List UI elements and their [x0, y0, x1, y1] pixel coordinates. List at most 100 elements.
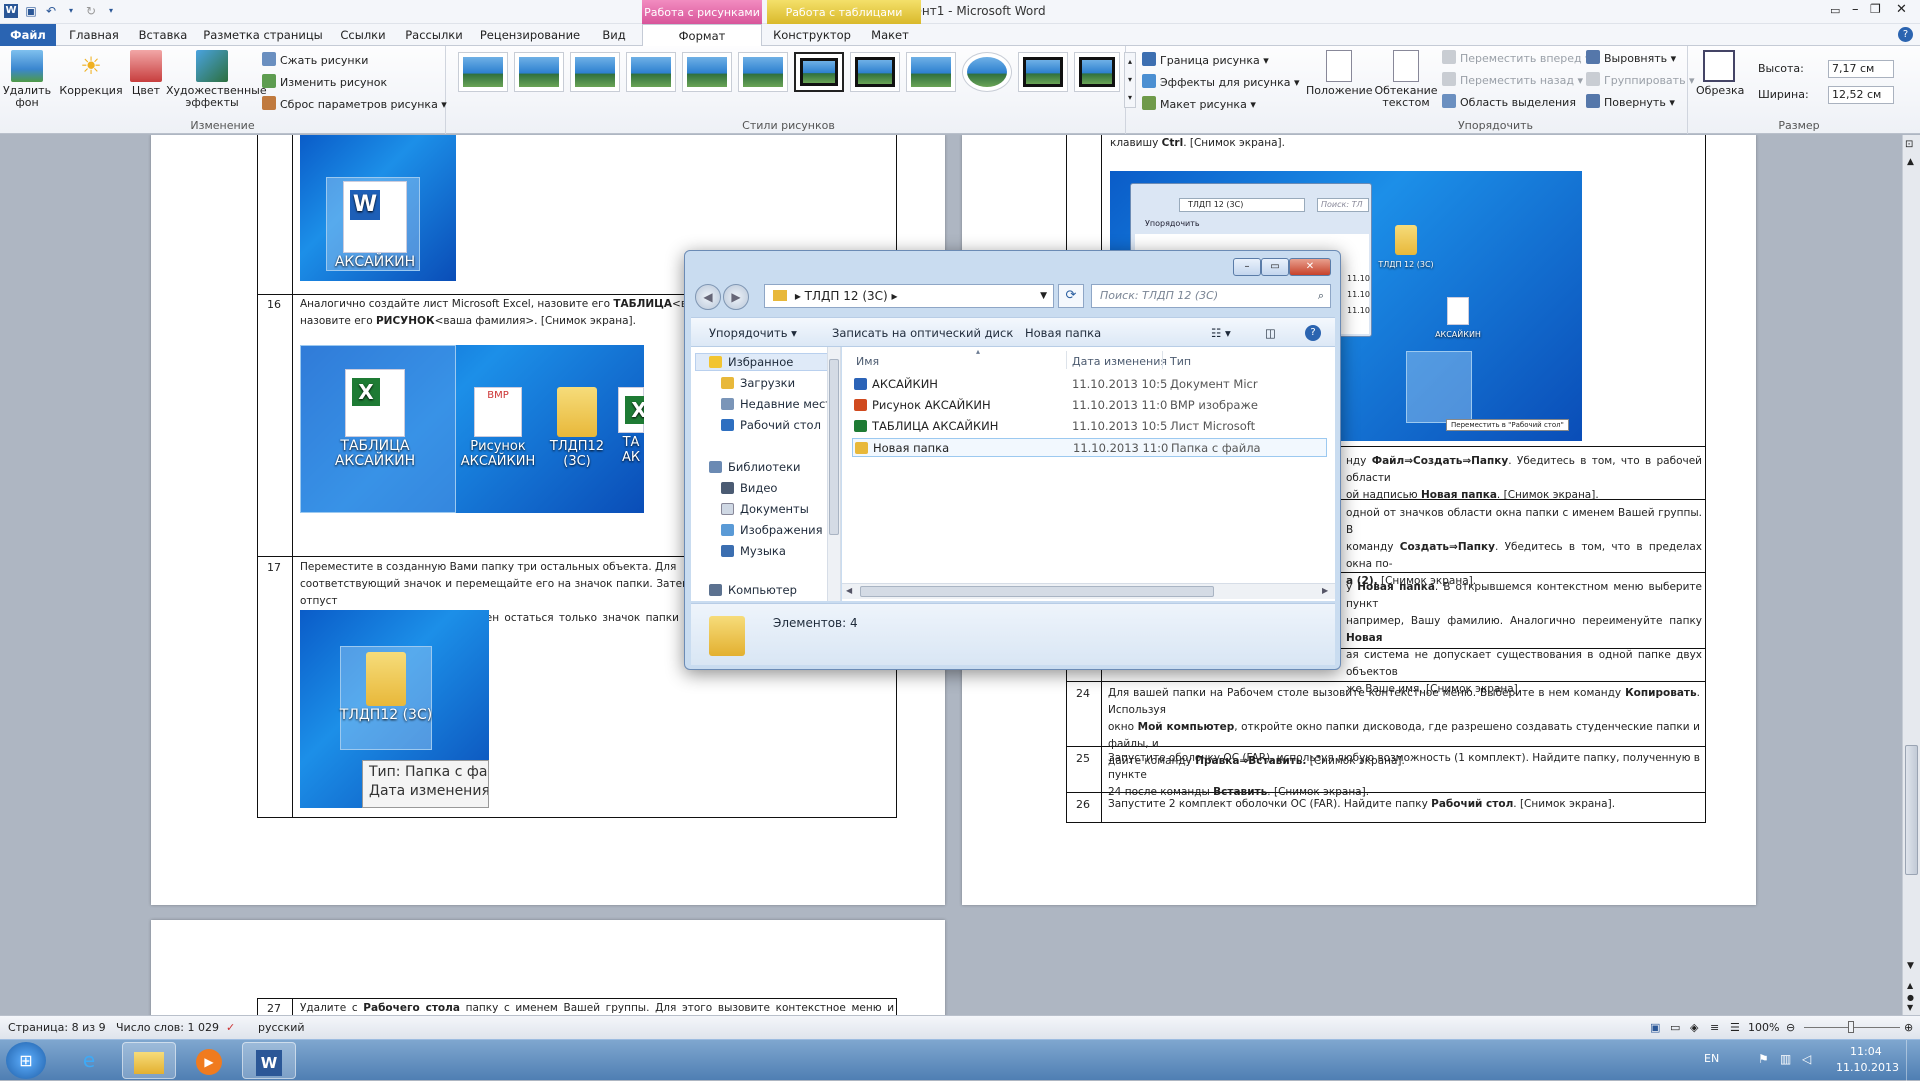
restore-button[interactable]: ❐: [1870, 2, 1881, 16]
tab-layout[interactable]: Макет: [862, 24, 918, 46]
close-button[interactable]: ✕: [1896, 2, 1907, 17]
save-icon[interactable]: ▣: [24, 4, 38, 18]
nav-scrollbar[interactable]: [827, 347, 840, 601]
browse-object-icon[interactable]: ●: [1907, 993, 1914, 1002]
picture-effects-button[interactable]: Эффекты для рисунка ▾: [1142, 74, 1300, 92]
zoom-out-icon[interactable]: ⊖: [1786, 1021, 1795, 1034]
nav-recent[interactable]: Недавние места: [721, 397, 839, 411]
breadcrumb-current[interactable]: ТЛДП 12 (3С): [805, 289, 888, 303]
style-thumb-3[interactable]: [570, 52, 620, 92]
nav-documents[interactable]: Документы: [721, 502, 809, 516]
crop-button[interactable]: Обрезка: [1696, 50, 1744, 97]
taskbar-ie-icon[interactable]: e: [62, 1042, 116, 1079]
bring-forward-button[interactable]: Переместить вперед ▾: [1442, 50, 1591, 68]
nav-desktop[interactable]: Рабочий стол: [721, 418, 821, 432]
help-icon[interactable]: ?: [1305, 325, 1321, 341]
new-folder-button[interactable]: Новая папка: [1025, 326, 1101, 340]
artistic-effects-button[interactable]: Художественные эффекты: [166, 50, 267, 109]
spellcheck-icon[interactable]: ✓: [226, 1021, 235, 1034]
screenshot-desktop-icons[interactable]: ТАБЛИЦА АКСАЙКИН BMPРисунок АКСАЙКИН ТЛД…: [300, 345, 644, 513]
undo-icon[interactable]: ↶: [44, 4, 58, 18]
word-app-icon[interactable]: W: [4, 4, 18, 18]
back-button[interactable]: ◀: [695, 284, 721, 310]
tab-insert[interactable]: Вставка: [132, 24, 194, 46]
tray-network-icon[interactable]: ▥: [1780, 1052, 1791, 1066]
view-web-icon[interactable]: ◈: [1690, 1021, 1698, 1034]
tab-home[interactable]: Главная: [62, 24, 126, 46]
ruler-toggle-icon[interactable]: ⊡: [1905, 139, 1913, 150]
ribbon-minimize-icon[interactable]: ▭: [1830, 4, 1840, 17]
file-row[interactable]: АКСАЙКИН 11.10.2013 10:53 Документ Micr: [852, 375, 1327, 394]
tab-design[interactable]: Конструктор: [770, 24, 854, 46]
width-input[interactable]: 12,52 см: [1828, 86, 1894, 104]
preview-pane-icon[interactable]: ◫: [1265, 326, 1276, 340]
explorer-minimize-button[interactable]: –: [1233, 258, 1261, 276]
column-header-type[interactable]: Тип: [1170, 355, 1191, 368]
column-header-date[interactable]: Дата изменения: [1072, 355, 1167, 368]
view-options-icon[interactable]: ☷ ▾: [1211, 326, 1231, 340]
address-bar[interactable]: ▸ ТЛДП 12 (3С) ▸ ▼: [764, 284, 1054, 308]
nav-favorites[interactable]: Избранное: [709, 355, 793, 369]
clock-time[interactable]: 11:04: [1850, 1045, 1882, 1058]
file-row[interactable]: ТАБЛИЦА АКСАЙКИН 11.10.2013 10:54 Лист Mic…: [852, 417, 1327, 436]
tab-format[interactable]: Формат: [642, 24, 762, 46]
nav-pictures[interactable]: Изображения: [721, 523, 823, 537]
reset-picture-button[interactable]: Сброс параметров рисунка ▾: [262, 96, 447, 114]
wrap-text-button[interactable]: Обтекание текстом: [1374, 50, 1438, 109]
send-backward-button[interactable]: Переместить назад ▾: [1442, 72, 1583, 90]
style-thumb-10[interactable]: [962, 52, 1012, 92]
color-button[interactable]: Цвет: [126, 50, 166, 97]
tab-view[interactable]: Вид: [594, 24, 634, 46]
nav-video[interactable]: Видео: [721, 481, 777, 495]
style-thumb-8[interactable]: [850, 52, 900, 92]
view-print-layout-icon[interactable]: ▣: [1650, 1021, 1660, 1034]
nav-downloads[interactable]: Загрузки: [721, 376, 795, 390]
scroll-up-icon[interactable]: ▲: [1907, 157, 1914, 167]
start-button[interactable]: ⊞: [6, 1042, 46, 1079]
style-thumb-7[interactable]: [794, 52, 844, 92]
nav-libraries[interactable]: Библиотеки: [709, 460, 801, 474]
gallery-scroll[interactable]: ▴ ▾ ▾: [1124, 52, 1136, 108]
nav-scroll-thumb[interactable]: [829, 359, 839, 535]
taskbar-explorer-icon[interactable]: [122, 1042, 176, 1079]
help-icon[interactable]: ?: [1898, 27, 1913, 42]
style-thumb-2[interactable]: [514, 52, 564, 92]
input-language[interactable]: EN: [1704, 1052, 1719, 1065]
style-thumb-12[interactable]: [1074, 52, 1120, 92]
zoom-level[interactable]: 100%: [1748, 1021, 1779, 1034]
search-input[interactable]: Поиск: ТЛДП 12 (3С) ⌕: [1091, 284, 1331, 308]
clock-date[interactable]: 11.10.2013: [1836, 1061, 1899, 1074]
screenshot-folder[interactable]: ТЛДП12 (3С) Тип: Папка с фай Дата измене…: [300, 610, 489, 808]
page-count[interactable]: Страница: 8 из 9: [8, 1021, 106, 1034]
style-thumb-11[interactable]: [1018, 52, 1068, 92]
taskbar-media-player-icon[interactable]: ▶: [182, 1042, 236, 1079]
vertical-scrollbar[interactable]: ⊡ ▲ ▼ ▲ ● ▼: [1902, 135, 1920, 1015]
correction-button[interactable]: ☀ Коррекция: [58, 50, 124, 97]
tray-flag-icon[interactable]: ⚑: [1758, 1052, 1769, 1066]
screenshot-word-icon[interactable]: АКСАЙКИН: [300, 135, 456, 281]
hscroll-thumb[interactable]: [860, 586, 1214, 597]
file-row[interactable]: Рисунок АКСАЙКИН 11.10.2013 11:00 BMP изоб…: [852, 396, 1327, 415]
customize-qat-icon[interactable]: ▾: [104, 4, 118, 18]
tab-references[interactable]: Ссылки: [334, 24, 392, 46]
language[interactable]: русский: [258, 1021, 305, 1034]
horizontal-scrollbar[interactable]: ◀ ▶: [842, 583, 1335, 599]
file-row[interactable]: Новая папка 11.10.2013 11:06 Папка с файла: [852, 438, 1327, 457]
zoom-slider-thumb[interactable]: [1848, 1021, 1854, 1033]
align-button[interactable]: Выровнять ▾: [1586, 50, 1676, 68]
explorer-window[interactable]: – ▭ ✕ ◀ ▶ ▸ ТЛДП 12 (3С) ▸ ▼ ⟳ Поиск: ТЛ…: [684, 250, 1341, 670]
organize-button[interactable]: Упорядочить ▾: [709, 326, 797, 340]
address-dropdown-icon[interactable]: ▼: [1040, 285, 1047, 307]
explorer-maximize-button[interactable]: ▭: [1261, 258, 1289, 276]
nav-computer[interactable]: Компьютер: [709, 583, 797, 597]
remove-background-button[interactable]: Удалить фон: [2, 50, 52, 109]
style-thumb-6[interactable]: [738, 52, 788, 92]
tab-page-layout[interactable]: Разметка страницы: [202, 24, 324, 46]
position-button[interactable]: Положение: [1306, 50, 1373, 97]
rotate-button[interactable]: Повернуть ▾: [1586, 94, 1675, 112]
tab-mailings[interactable]: Рассылки: [402, 24, 466, 46]
redo-icon[interactable]: ↻: [84, 4, 98, 18]
scroll-thumb[interactable]: [1905, 745, 1918, 875]
view-full-screen-icon[interactable]: ▭: [1670, 1021, 1680, 1034]
zoom-in-icon[interactable]: ⊕: [1904, 1021, 1913, 1034]
